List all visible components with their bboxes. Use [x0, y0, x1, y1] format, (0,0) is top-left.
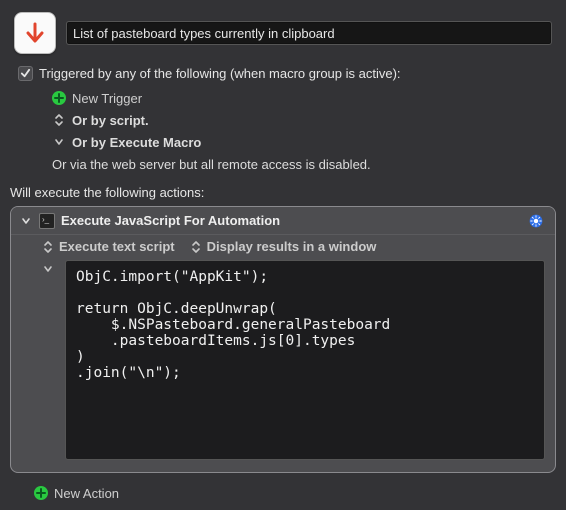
triggers-enabled-checkbox[interactable] [18, 66, 33, 81]
script-code-editor[interactable]: ObjC.import("AppKit"); return ObjC.deepU… [65, 260, 545, 460]
expand-updown-icon [41, 240, 55, 254]
display-mode-label: Display results in a window [207, 239, 377, 254]
new-action-label: New Action [54, 486, 119, 501]
chevron-down-icon [52, 137, 66, 147]
new-trigger-label: New Trigger [72, 91, 142, 106]
check-icon [20, 68, 31, 79]
code-area-wrap: ObjC.import("AppKit"); return ObjC.deepU… [11, 260, 555, 472]
macro-header [0, 0, 566, 62]
action-disclosure-icon[interactable] [19, 216, 33, 226]
macro-icon-tile[interactable] [14, 12, 56, 54]
action-card-execute-jsa: ›_ Execute JavaScript For Automation Exe… [10, 206, 556, 473]
execute-mode-select[interactable]: Execute text script [41, 239, 175, 254]
plus-circle-icon [34, 486, 48, 500]
or-via-web-label: Or via the web server but all remote acc… [52, 157, 371, 172]
display-mode-select[interactable]: Display results in a window [189, 239, 377, 254]
triggers-section: Triggered by any of the following (when … [0, 62, 566, 179]
or-by-execute-macro-row[interactable]: Or by Execute Macro [18, 131, 548, 153]
or-by-script-row[interactable]: Or by script. [18, 109, 548, 131]
action-titlebar[interactable]: ›_ Execute JavaScript For Automation [11, 207, 555, 235]
triggers-heading-row: Triggered by any of the following (when … [18, 66, 548, 81]
or-by-script-label: Or by script. [72, 113, 149, 128]
triggers-heading: Triggered by any of the following (when … [39, 66, 401, 81]
expand-updown-icon [189, 240, 203, 254]
down-arrow-icon [23, 21, 47, 45]
gear-icon [527, 212, 545, 230]
or-via-web-row: Or via the web server but all remote acc… [18, 153, 548, 175]
action-title: Execute JavaScript For Automation [61, 213, 280, 228]
terminal-icon: ›_ [39, 213, 55, 229]
expand-updown-icon [52, 113, 66, 127]
actions-heading: Will execute the following actions: [0, 179, 566, 204]
action-gear-button[interactable] [525, 210, 547, 232]
actions-heading-label: Will execute the following actions: [10, 185, 204, 200]
code-disclosure-icon[interactable] [41, 260, 55, 274]
or-by-execute-macro-label: Or by Execute Macro [72, 135, 201, 150]
macro-title-input[interactable] [66, 21, 552, 45]
plus-circle-icon [52, 91, 66, 105]
new-action-button[interactable]: New Action [0, 479, 566, 501]
action-subbar: Execute text script Display results in a… [11, 235, 555, 260]
new-trigger-button[interactable]: New Trigger [18, 87, 548, 109]
execute-mode-label: Execute text script [59, 239, 175, 254]
